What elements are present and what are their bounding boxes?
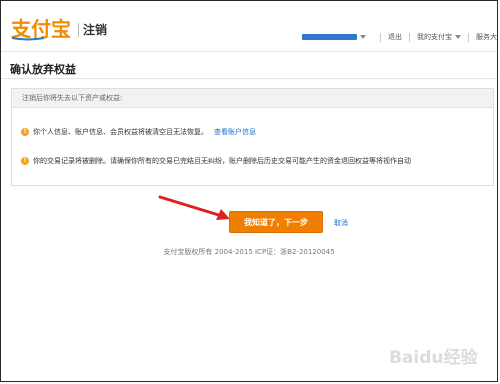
nav-divider [380,32,381,42]
alipay-logo[interactable]: 支付宝 [10,14,74,42]
account-name-redacted[interactable] [302,34,357,40]
my-alipay-menu[interactable]: 我的支付宝 [417,32,452,42]
top-bar: 支付宝 注销 退出 我的支付宝 服务大 [1,1,497,52]
info-icon: ! [21,128,29,136]
alipay-logo-text: 支付宝 [11,17,71,41]
header-subtitle: 注销 [83,23,108,37]
page-title: 确认放弃权益 [10,63,76,76]
browser-frame: 支付宝 注销 退出 我的支付宝 服务大 确认放弃权益 注销后你将失去以下资产或权… [0,0,498,382]
red-arrow-annotation [158,195,230,220]
item-text: 你个人信息、账户信息、会员权益将被清空且无法恢复。 [33,128,208,136]
logout-link[interactable]: 退出 [388,32,402,42]
cancel-link[interactable]: 取消 [334,218,348,228]
panel-header: 注销后你将失去以下资产或权益: [12,89,493,108]
view-account-info-link[interactable]: 查看账户信息 [214,127,256,137]
logo-divider [78,23,79,37]
service-menu[interactable]: 服务大 [476,32,497,42]
list-item: ! 你的交易记录将被删除。请确保你所有的交易已完结且无纠纷，账户删除后历史交易可… [21,156,411,166]
account-dropdown-icon[interactable] [360,35,366,39]
nav-divider [468,32,469,42]
baidu-jingyan-watermark: Baidu经验 [389,347,479,368]
list-item: ! 你个人信息、账户信息、会员权益将被清空且无法恢复。 查看账户信息 [21,127,256,137]
info-icon: ! [21,157,29,165]
watermark-text: Baidu经验 [389,347,479,368]
rights-panel: 注销后你将失去以下资产或权益: ! 你个人信息、账户信息、会员权益将被清空且无法… [11,88,494,186]
title-bar: 确认放弃权益 [1,56,497,79]
account-nav: 退出 我的支付宝 服务大 [302,30,497,44]
item-text: 你的交易记录将被删除。请确保你所有的交易已完结且无纠纷，账户删除后历史交易可能产… [33,157,411,165]
nav-divider [409,32,410,42]
my-alipay-dropdown-icon[interactable] [455,35,461,39]
footer-copyright: 支付宝版权所有 2004-2015 ICP证：浙B2-20120045 [163,248,335,256]
panel-heading: 注销后你将失去以下资产或权益: [22,94,123,102]
next-step-button[interactable]: 我知道了，下一步 [229,211,323,233]
